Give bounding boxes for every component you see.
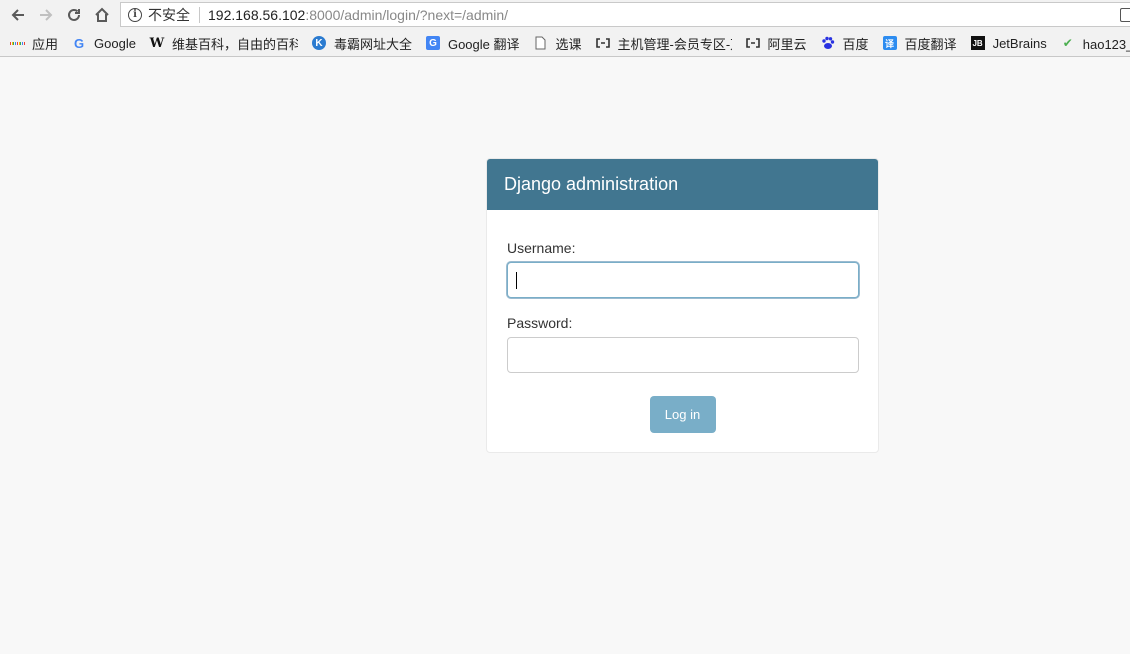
username-input[interactable] — [507, 262, 859, 298]
google-translate-icon: G — [425, 36, 440, 50]
address-separator — [199, 6, 200, 23]
text-caret — [516, 272, 517, 289]
extension-icon[interactable] — [1120, 8, 1130, 22]
bookmarks-bar: 应用 G Google W 维基百科，自由的百科 K 毒霸网址大全 G Goog… — [0, 30, 1130, 57]
bookmark-label: 阿里云 — [767, 36, 807, 52]
password-label: Password: — [507, 315, 573, 331]
url-path[interactable]: :8000/admin/login/?next=/admin/ — [305, 7, 508, 23]
bookmark-baidu[interactable]: 百度 — [813, 30, 875, 56]
address-bar[interactable]: i 不安全 192.168.56.102 :8000/admin/login/?… — [120, 2, 1130, 27]
bookmark-xuanke[interactable]: 选课 — [526, 30, 588, 56]
aliyun-icon — [595, 36, 610, 50]
site-title: Django administration — [504, 174, 679, 194]
bookmark-google[interactable]: G Google — [64, 30, 142, 56]
bookmark-aliyun[interactable]: 阿里云 — [738, 30, 813, 56]
password-input[interactable] — [507, 337, 859, 373]
username-label: Username: — [507, 240, 576, 256]
forward-arrow-icon[interactable] — [32, 1, 60, 29]
bookmark-label: 应用 — [32, 36, 59, 52]
hao123-icon: ✔ — [1062, 36, 1073, 50]
login-panel: Django administration Username: Password… — [486, 158, 879, 453]
username-row: Username: — [507, 240, 859, 298]
bookmark-wikipedia[interactable]: W 维基百科，自由的百科 — [142, 30, 304, 56]
bookmark-label: 百度 — [842, 36, 869, 52]
baidu-translate-icon: 译 — [882, 36, 897, 50]
apps-grid-icon — [10, 36, 24, 50]
bookmark-label: JetBrains — [992, 35, 1047, 51]
aliyun-icon — [745, 36, 760, 50]
password-row: Password: — [507, 315, 859, 373]
back-arrow-icon[interactable] — [4, 1, 32, 29]
info-icon[interactable]: i — [128, 7, 142, 22]
page-icon — [534, 36, 548, 50]
bookmark-jetbrains[interactable]: JB JetBrains — [963, 30, 1053, 56]
bookmark-label: 百度翻译 — [904, 36, 957, 52]
login-form: Username: Password: Log in — [487, 210, 878, 433]
bookmark-hao123[interactable]: ✔ hao123_上网从 — [1053, 30, 1130, 56]
google-icon: G — [73, 35, 85, 51]
bookmark-google-translate[interactable]: G Google 翻译 — [418, 30, 526, 56]
bookmark-host-management[interactable]: 主机管理-会员专区-万 — [588, 30, 738, 56]
bookmark-duba[interactable]: K 毒霸网址大全 — [304, 30, 418, 56]
home-icon[interactable] — [88, 1, 116, 29]
bookmark-label: 维基百科，自由的百科 — [171, 36, 298, 52]
bookmark-label: Google — [94, 35, 136, 51]
bookmark-baidu-translate[interactable]: 译 百度翻译 — [875, 30, 963, 56]
baidu-paw-icon — [821, 36, 835, 50]
bookmark-label: 毒霸网址大全 — [333, 36, 412, 52]
reload-icon[interactable] — [60, 1, 88, 29]
bookmark-label: hao123_上网从 — [1082, 36, 1130, 52]
duba-icon: K — [311, 36, 326, 50]
bookmark-label: 选课 — [555, 36, 582, 52]
login-button[interactable]: Log in — [649, 396, 716, 433]
login-header: Django administration — [487, 159, 878, 210]
jetbrains-icon: JB — [970, 36, 985, 50]
security-label[interactable]: 不安全 — [148, 5, 190, 25]
bookmark-label: 主机管理-会员专区-万 — [617, 36, 732, 52]
bookmark-apps[interactable]: 应用 — [0, 30, 64, 56]
browser-toolbar: i 不安全 192.168.56.102 :8000/admin/login/?… — [0, 0, 1130, 30]
submit-row: Log in — [507, 396, 858, 433]
bookmark-label: Google 翻译 — [447, 36, 520, 52]
wikipedia-icon: W — [149, 35, 165, 51]
url-host[interactable]: 192.168.56.102 — [208, 7, 305, 23]
